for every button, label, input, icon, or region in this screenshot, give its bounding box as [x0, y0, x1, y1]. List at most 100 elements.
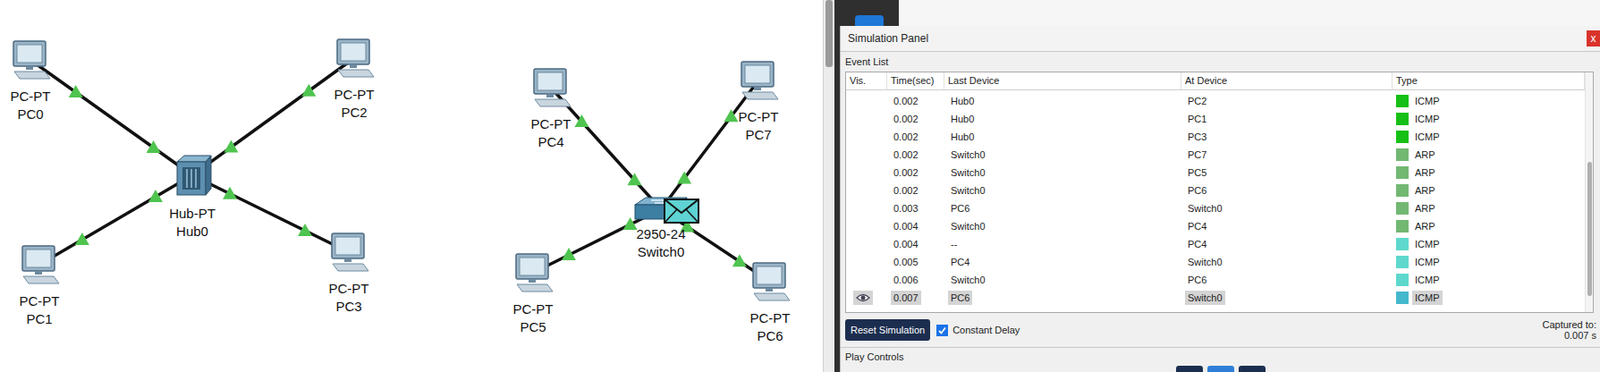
event-row[interactable]: 0.002 Hub0 PC3 ICMP [846, 127, 1585, 146]
table-scrollbar-thumb[interactable] [1587, 161, 1592, 297]
back-button[interactable] [1176, 365, 1203, 372]
device-node[interactable]: PC-PT PC4 [506, 67, 596, 152]
vis-toggle[interactable] [853, 272, 873, 288]
event-row[interactable]: 0.002 Switch0 PC5 ARP [846, 163, 1585, 182]
type-color-swatch [1396, 94, 1409, 108]
device-name-label: Switch0 [637, 243, 686, 262]
reset-simulation-button[interactable]: Reset Simulation [845, 319, 931, 341]
vis-cell[interactable] [846, 92, 888, 111]
panel-titlebar[interactable]: Simulation Panel x [840, 25, 1600, 52]
time-cell: 0.004 [887, 235, 945, 254]
column-header[interactable]: Last Device [944, 72, 1182, 90]
right-area: Simulation Panel x Event List Vis.Time(s… [834, 0, 1600, 372]
vis-toggle[interactable] [853, 201, 873, 216]
vis-cell[interactable] [846, 163, 888, 182]
event-list-body: Vis.Time(sec)Last DeviceAt DeviceType 0.… [846, 72, 1585, 313]
vis-cell[interactable] [846, 110, 888, 128]
vis-toggle[interactable] [853, 219, 873, 234]
vis-toggle[interactable] [853, 129, 873, 144]
column-header[interactable]: Type [1392, 72, 1585, 90]
device-node[interactable]: PC-PT PC7 [713, 59, 804, 144]
vis-toggle[interactable] [853, 290, 873, 305]
logical-workspace[interactable]: PC-PT PC0 PC-PT PC2 Hub-PT Hub0 PC-PT PC… [0, 0, 823, 372]
link-cable[interactable] [192, 175, 349, 253]
scrollbar-thumb[interactable] [825, 0, 833, 68]
link-cable[interactable] [192, 58, 355, 176]
vis-cell[interactable] [846, 270, 888, 289]
event-row[interactable]: 0.004 -- PC4 ICMP [846, 235, 1585, 254]
event-row[interactable]: 0.002 Switch0 PC6 ARP [846, 181, 1585, 200]
last-device-cell: Switch0 [944, 145, 1182, 164]
column-header[interactable]: Time(sec) [887, 72, 945, 90]
link-status-icon [723, 109, 738, 122]
event-row[interactable]: 0.005 PC4 Switch0 ICMP [846, 253, 1585, 271]
vis-toggle[interactable] [853, 237, 873, 252]
vis-toggle[interactable] [853, 254, 873, 270]
device-model-label: PC-PT [10, 87, 51, 106]
vis-cell[interactable] [846, 199, 888, 218]
toolbar-app-icon[interactable] [855, 15, 884, 26]
link-cable[interactable] [30, 59, 193, 176]
type-color-swatch [1396, 130, 1409, 144]
vis-cell[interactable] [846, 145, 888, 164]
at-device-cell: PC2 [1181, 92, 1393, 111]
device-node[interactable]: PC-PT PC2 [309, 37, 399, 122]
type-color-swatch [1396, 220, 1409, 233]
vis-toggle[interactable] [853, 147, 873, 162]
device-node[interactable]: PC-PT PC1 [0, 244, 85, 329]
pc-icon [529, 67, 573, 109]
column-header[interactable]: At Device [1181, 72, 1393, 90]
device-node[interactable]: PC-PT PC0 [0, 39, 76, 124]
at-device-cell: Switch0 [1181, 199, 1393, 218]
close-button[interactable]: x [1586, 30, 1600, 47]
event-row[interactable]: 0.002 Switch0 PC7 ARP [846, 145, 1585, 164]
packet-envelope-icon[interactable] [663, 198, 700, 224]
at-device-cell: PC1 [1181, 110, 1393, 128]
play-button[interactable] [1207, 365, 1235, 372]
hub-icon [171, 152, 213, 198]
link-status-icon [146, 140, 161, 153]
event-row[interactable]: 0.002 Hub0 PC1 ICMP [846, 110, 1585, 128]
vis-cell[interactable] [846, 235, 888, 254]
checkbox-box[interactable] [936, 324, 949, 337]
event-row[interactable]: 0.007 PC6 Switch0 ICMP [846, 288, 1585, 307]
toolbar-light [898, 0, 1600, 26]
link-status-icon [148, 189, 163, 203]
link-status-icon [301, 84, 316, 97]
device-name-label: PC0 [16, 105, 43, 124]
column-header[interactable]: Vis. [846, 72, 888, 90]
at-device-cell: PC7 [1181, 145, 1393, 164]
event-row[interactable]: 0.002 Hub0 PC2 ICMP [846, 92, 1585, 111]
event-row[interactable]: 0.004 Switch0 PC4 ARP [846, 217, 1585, 236]
vis-toggle[interactable] [853, 111, 873, 127]
vis-toggle[interactable] [853, 183, 873, 198]
constant-delay-checkbox[interactable]: Constant Delay [936, 324, 1020, 337]
last-device-cell: Switch0 [944, 217, 1182, 236]
type-cell: ICMP [1392, 253, 1585, 271]
at-device-cell: Switch0 [1181, 288, 1393, 307]
table-scrollbar[interactable] [1584, 72, 1593, 313]
vis-cell[interactable] [846, 181, 888, 200]
type-cell: ICMP [1392, 110, 1585, 128]
vis-toggle[interactable] [853, 165, 873, 180]
type-color-swatch [1396, 202, 1409, 215]
device-node[interactable]: PC-PT PC6 [725, 261, 815, 346]
event-rows: 0.002 Hub0 PC2 ICMP 0.002 Hub0 PC1 ICMP … [846, 90, 1585, 307]
device-node[interactable]: Hub-PT Hub0 [147, 152, 238, 241]
workspace-scrollbar[interactable] [822, 0, 835, 372]
event-row[interactable]: 0.006 Switch0 PC6 ICMP [846, 270, 1585, 289]
pc-icon [17, 244, 61, 286]
vis-cell[interactable] [846, 253, 888, 271]
link-cable[interactable] [660, 80, 759, 210]
vis-cell[interactable] [846, 288, 888, 307]
type-cell: ARP [1392, 163, 1585, 182]
vis-toggle[interactable] [853, 93, 873, 109]
vis-cell[interactable] [846, 217, 888, 236]
device-node[interactable]: PC-PT PC3 [304, 231, 394, 316]
vis-cell[interactable] [846, 127, 888, 146]
time-cell: 0.003 [887, 199, 945, 218]
type-color-swatch [1396, 237, 1409, 251]
device-node[interactable]: PC-PT PC5 [488, 252, 578, 337]
capture-forward-button[interactable] [1238, 365, 1266, 372]
event-row[interactable]: 0.003 PC6 Switch0 ARP [846, 199, 1585, 218]
